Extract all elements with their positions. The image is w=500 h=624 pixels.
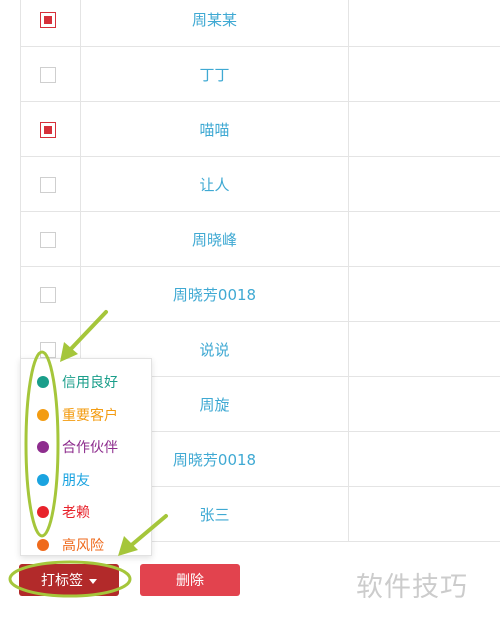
table-row: 周晓峰 (21, 212, 500, 267)
row-checkbox[interactable] (40, 122, 56, 138)
checkbox-cell (21, 157, 81, 211)
row-checkbox[interactable] (40, 12, 56, 28)
checkbox-cell (21, 47, 81, 101)
tag-color-dot-icon (37, 408, 49, 421)
tag-menu-item[interactable]: 高风险 (21, 530, 151, 560)
contact-name-link[interactable]: 周晓峰 (81, 212, 349, 266)
tag-button-label: 打标签 (41, 573, 83, 589)
table-row: 周晓芳0018 (21, 267, 500, 322)
tag-color-dot-icon (37, 441, 49, 453)
contact-name-link[interactable]: 丁丁 (81, 47, 349, 101)
contact-name-link[interactable]: 周某某 (81, 0, 349, 46)
contact-name-link[interactable]: 让人 (81, 157, 349, 211)
checkbox-cell (21, 0, 81, 46)
row-checkbox[interactable] (40, 287, 56, 303)
checkbox-cell (21, 212, 81, 266)
tag-menu-item[interactable]: 信用良好 (21, 367, 151, 397)
checkbox-cell (21, 267, 81, 321)
checkbox-cell (21, 102, 81, 156)
tag-color-dot-icon (37, 538, 49, 551)
delete-button[interactable]: 删除 (140, 564, 240, 596)
tag-menu-item[interactable]: 朋友 (21, 465, 151, 495)
caret-down-icon (89, 578, 97, 584)
row-checkbox[interactable] (40, 67, 56, 83)
tag-menu-label: 合作伙伴 (62, 440, 118, 456)
row-checkbox[interactable] (40, 177, 56, 193)
table-row: 喵喵 (21, 102, 500, 157)
row-checkbox[interactable] (40, 232, 56, 248)
tag-button[interactable]: 打标签 (19, 564, 119, 596)
contact-name-link[interactable]: 周晓芳0018 (81, 267, 349, 321)
tag-menu-item[interactable]: 合作伙伴 (21, 432, 151, 462)
tag-menu-label: 朋友 (62, 472, 90, 489)
tag-menu-label: 高风险 (62, 537, 104, 554)
watermark: 软件技巧 (356, 572, 468, 603)
table-row: 丁丁 (21, 47, 500, 102)
tag-menu-label: 重要客户 (62, 407, 118, 424)
tag-dropdown-menu: 信用良好重要客户合作伙伴朋友老赖高风险 (20, 358, 152, 556)
delete-button-label: 删除 (176, 573, 204, 589)
table-row: 让人 (21, 157, 500, 212)
table-row: 周某某 (21, 0, 500, 47)
row-checkbox[interactable] (40, 342, 56, 358)
tag-menu-item[interactable]: 重要客户 (21, 400, 151, 430)
tag-menu-item[interactable]: 老赖 (21, 497, 151, 527)
tag-color-dot-icon (37, 376, 49, 388)
tag-color-dot-icon (37, 473, 49, 486)
tag-menu-label: 信用良好 (62, 375, 118, 391)
contact-name-link[interactable]: 喵喵 (81, 102, 349, 156)
tag-color-dot-icon (37, 506, 49, 518)
tag-menu-label: 老赖 (62, 505, 90, 521)
